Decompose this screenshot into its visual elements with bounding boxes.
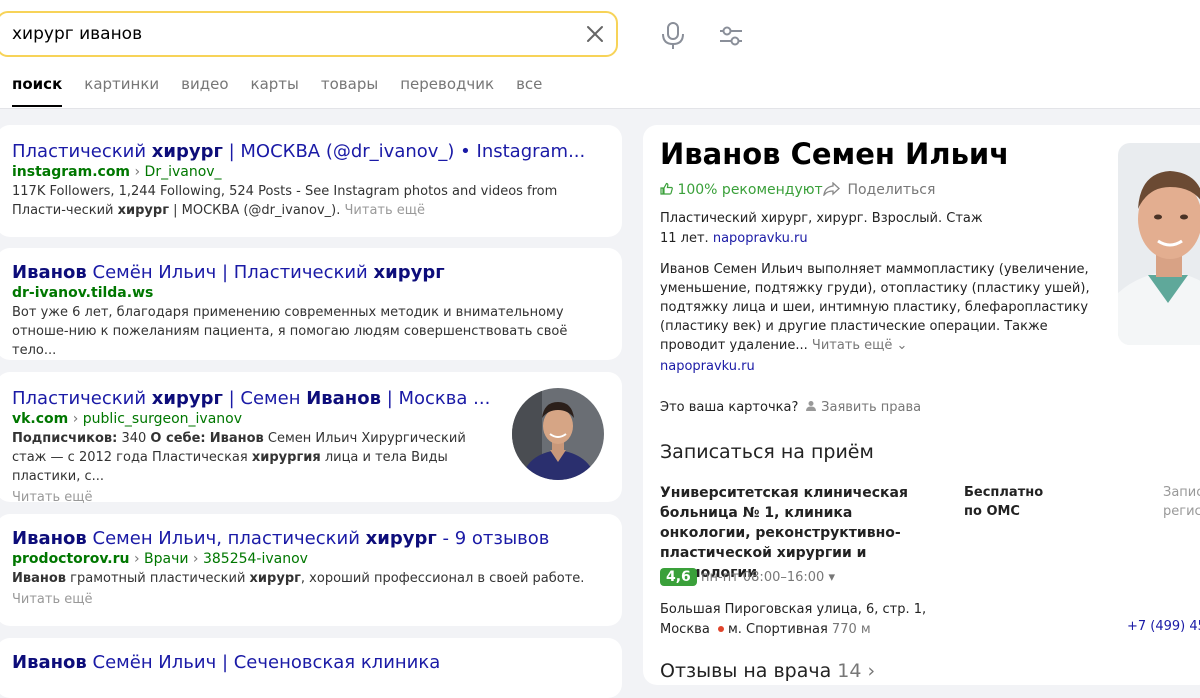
tab-search[interactable]: поиск [12,75,63,107]
booking-section-title: Записаться на приём [660,441,874,463]
phone-link[interactable]: +7 (499) 450 [1127,619,1200,634]
tab-maps[interactable]: карты [251,75,299,93]
price-info: Бесплатно по ОМС [964,485,1044,519]
source-link[interactable]: napopravku.ru [660,357,1105,376]
result-title-link[interactable]: Иванов Семён Ильич | Пластический хирург [12,248,622,283]
read-more-link[interactable]: Читать ещё [345,203,426,218]
search-input[interactable]: хирург иванов [12,24,142,44]
read-more-link[interactable]: Читать ещё [12,488,622,507]
result-snippet: Вот уже 6 лет, благодаря применению совр… [12,305,568,358]
search-box[interactable]: хирург иванов [0,11,618,57]
search-result: Пластический хирург | Семен Иванов | Мос… [0,372,622,505]
read-more-link[interactable]: Читать ещё ⌄ [812,338,908,353]
working-hours-dropdown[interactable]: пн-пт 08:00–16:00 ▾ [701,570,835,585]
own-card-question: Это ваша карточка? [660,400,799,415]
source-link[interactable]: napopravku.ru [713,231,808,246]
share-button[interactable]: Поделиться [823,181,935,198]
doctor-knowledge-panel: Иванов Семен Ильич 100% рекомендуют Поде… [643,125,1200,685]
search-result: Пластический хирург | МОСКВА (@dr_ivanov… [0,125,622,237]
result-title-link[interactable]: Пластический хирург | Семен Иванов | Мос… [12,372,492,409]
tab-products[interactable]: товары [321,75,378,93]
result-snippet: Иванов грамотный пластический хирург, хо… [12,571,585,586]
claim-rights-link[interactable]: Заявить права [805,400,921,415]
tab-images[interactable]: картинки [84,75,159,93]
metro-icon [717,626,724,632]
result-snippet: 117K Followers, 1,244 Following, 524 Pos… [12,184,558,218]
search-tabs: поиск картинки видео карты товары перево… [12,75,542,107]
doctor-specialty: Пластический хирург, хирург. Взрослый. С… [660,211,983,246]
search-header: хирург иванов поиск картинки видео карты… [0,0,1200,109]
clinic-address: Большая Пироговская улица, 6, стр. 1, Мо… [660,602,927,637]
appointment-button[interactable]: Запис регист [1163,483,1200,521]
thumbs-up-icon [660,182,673,195]
result-title-link[interactable]: Иванов Семен Ильич, пластический хирург … [12,514,622,549]
user-icon [806,401,816,411]
result-title-link[interactable]: Иванов Семён Ильич | Сеченовская клиника [12,638,622,673]
doctor-description: Иванов Семен Ильич выполняет маммопласти… [660,260,1105,376]
settings-sliders-icon[interactable] [718,24,744,48]
share-icon [823,181,840,198]
result-url[interactable]: instagram.com › Dr_ivanov_ [12,164,622,180]
doctor-photo[interactable] [1118,143,1200,345]
result-url[interactable]: prodoctorov.ru › Врачи › 385254-ivanov [12,551,622,567]
reviews-title-link[interactable]: Отзывы на врача 14 › [660,660,875,682]
result-title-link[interactable]: Пластический хирург | МОСКВА (@dr_ivanov… [12,125,622,162]
close-icon[interactable] [584,23,606,45]
search-result: Иванов Семён Ильич | Сеченовская клиника [0,638,622,698]
result-snippet: Подписчиков: 340 О себе: Иванов Семен Ил… [12,431,466,484]
doctor-name: Иванов Семен Ильич [660,137,1010,171]
tab-translator[interactable]: переводчик [400,75,494,93]
search-result: Иванов Семен Ильич, пластический хирург … [0,514,622,626]
search-result: Иванов Семён Ильич | Пластический хирург… [0,248,622,360]
doctor-avatar[interactable] [512,388,604,480]
tab-video[interactable]: видео [181,75,228,93]
clinic-name-link[interactable]: Университетская клиническая больница № 1… [660,483,940,583]
result-url[interactable]: dr-ivanov.tilda.ws [12,285,622,301]
recommend-badge: 100% рекомендуют [660,182,823,198]
tab-all[interactable]: все [516,75,542,93]
rating-badge: 4,6 [660,568,697,586]
microphone-icon[interactable] [660,22,686,50]
read-more-link[interactable]: Читать ещё [12,590,622,609]
